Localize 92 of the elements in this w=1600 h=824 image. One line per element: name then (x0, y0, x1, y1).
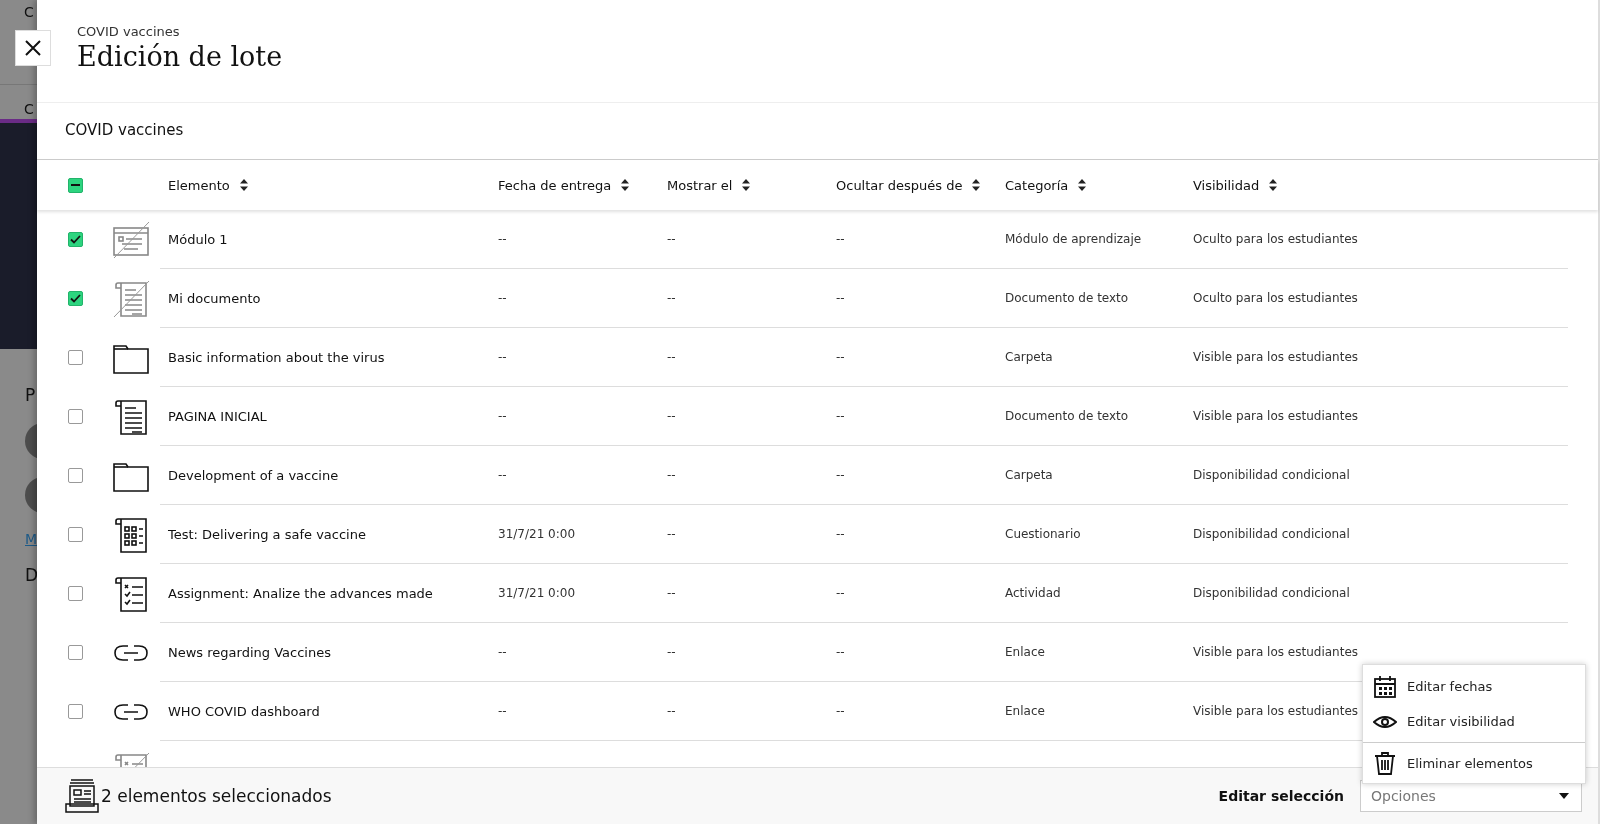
table-cell: -- (667, 468, 676, 482)
table-cell: -- (836, 704, 845, 718)
sort-icon[interactable] (742, 179, 751, 191)
item-title[interactable]: Módulo 1 (168, 231, 228, 247)
table-cell: Enlace (1005, 645, 1045, 659)
table-cell: 31/7/21 0:00 (498, 586, 576, 600)
table-cell: -- (836, 586, 845, 600)
table-cell: -- (836, 409, 845, 423)
select-all-checkbox[interactable] (68, 177, 83, 193)
menu-item[interactable]: Eliminar elementos (1363, 743, 1585, 783)
sort-icon[interactable] (972, 179, 981, 191)
dialog-title: Edición de lote (77, 41, 284, 72)
column-header[interactable]: Mostrar el (667, 177, 733, 193)
table-cell: -- (498, 409, 507, 423)
sort-icon[interactable] (621, 179, 630, 191)
item-title[interactable]: Assignment: Analize the advances made (168, 585, 433, 601)
section-title: COVID vaccines (65, 121, 184, 139)
table-cell: -- (667, 291, 676, 305)
edit-selection-label: Editar selección (1218, 788, 1344, 804)
page-header-text: C (24, 4, 34, 20)
column-header[interactable]: Elemento (168, 177, 230, 193)
close-button[interactable] (15, 30, 51, 66)
table-cell: -- (836, 350, 845, 364)
stacked-items-icon (65, 778, 99, 814)
table-cell: Disponibilidad condicional (1193, 586, 1350, 600)
column-header[interactable]: Fecha de entrega (498, 177, 612, 193)
table-cell: -- (667, 645, 676, 659)
item-title[interactable]: Test: Delivering a safe vaccine (168, 526, 366, 542)
menu-item[interactable]: Editar visibilidad (1363, 704, 1585, 739)
table-cell: -- (498, 468, 507, 482)
sort-icon[interactable] (1078, 179, 1087, 191)
caret-icon (1559, 793, 1569, 799)
table-cell: -- (667, 232, 676, 246)
table-cell: Carpeta (1005, 350, 1053, 364)
table-cell: Enlace (1005, 704, 1045, 718)
table-cell: Documento de texto (1005, 291, 1129, 305)
row-checkbox[interactable] (68, 350, 83, 365)
table-cell: 31/7/21 0:00 (498, 527, 576, 541)
item-title[interactable]: WHO COVID dashboard (168, 703, 320, 719)
section-heading: D (25, 565, 37, 585)
section-heading: P (25, 385, 37, 405)
row-checkbox[interactable] (68, 232, 83, 247)
table-cell: Cuestionario (1005, 527, 1081, 541)
table-cell: -- (667, 586, 676, 600)
page-tab[interactable]: C (24, 101, 34, 117)
table-cell: -- (836, 645, 845, 659)
table-cell: Disponibilidad condicional (1193, 527, 1350, 541)
table-cell: Visible para los estudiantes (1193, 350, 1359, 364)
table-cell: -- (498, 232, 507, 246)
table-cell: -- (498, 704, 507, 718)
item-title[interactable]: Basic information about the virus (168, 349, 385, 365)
table-cell: Visible para los estudiantes (1193, 409, 1359, 423)
table-cell: -- (836, 468, 845, 482)
column-header[interactable]: Categoría (1005, 177, 1069, 193)
table-cell: -- (498, 291, 507, 305)
table-cell: Oculto para los estudiantes (1193, 291, 1358, 305)
table-cell: Módulo de aprendizaje (1005, 232, 1142, 246)
item-title[interactable]: Development of a vaccine (168, 467, 339, 483)
table-cell: -- (667, 704, 676, 718)
menu-item[interactable]: Editar fechas (1363, 669, 1585, 704)
table-cell: Actividad (1005, 586, 1061, 600)
row-checkbox[interactable] (68, 704, 83, 719)
table-cell: -- (498, 645, 507, 659)
table-cell: -- (836, 527, 845, 541)
row-checkbox[interactable] (68, 409, 83, 424)
item-title[interactable]: News regarding Vaccines (168, 644, 331, 660)
table-cell: -- (667, 527, 676, 541)
table-cell: -- (667, 409, 676, 423)
row-checkbox[interactable] (68, 527, 83, 542)
row-checkbox[interactable] (68, 291, 83, 306)
table-cell: Oculto para los estudiantes (1193, 232, 1358, 246)
table-cell: Visible para los estudiantes (1193, 645, 1359, 659)
table-cell: Carpeta (1005, 468, 1053, 482)
item-title[interactable]: Mi documento (168, 290, 261, 306)
table-cell: -- (498, 350, 507, 364)
row-checkbox[interactable] (68, 645, 83, 660)
breadcrumb: COVID vaccines (77, 24, 181, 39)
column-header[interactable]: Ocultar después de (836, 177, 963, 193)
sort-icon[interactable] (239, 179, 248, 191)
sort-icon[interactable] (1269, 179, 1278, 191)
table-cell: -- (836, 291, 845, 305)
table-cell: Disponibilidad condicional (1193, 468, 1350, 482)
item-title[interactable]: PAGINA INICIAL (168, 408, 267, 424)
close-icon (24, 39, 42, 57)
table-cell: -- (667, 350, 676, 364)
table-cell: Visible para los estudiantes (1193, 704, 1359, 718)
row-checkbox[interactable] (68, 468, 83, 483)
selection-count: 2 elementos seleccionados (101, 786, 332, 806)
column-header[interactable]: Visibilidad (1193, 177, 1260, 193)
table-cell: -- (836, 232, 845, 246)
row-checkbox[interactable] (68, 586, 83, 601)
table-cell: Documento de texto (1005, 409, 1129, 423)
